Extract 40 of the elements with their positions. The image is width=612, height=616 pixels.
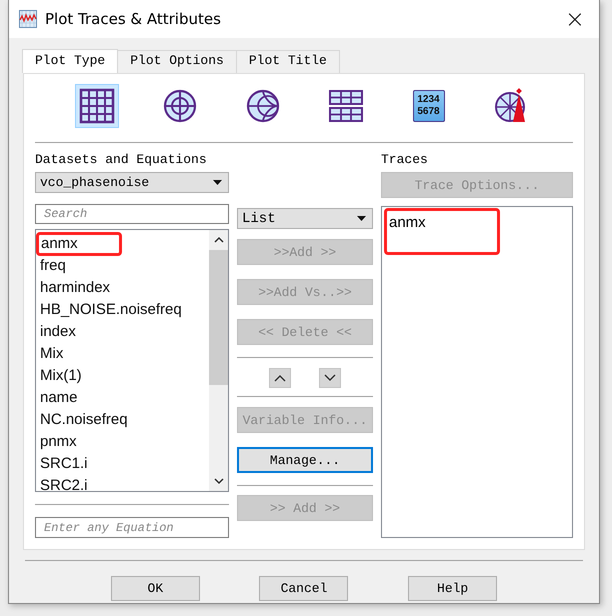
section-label: Traces — [381, 152, 429, 169]
list-item[interactable]: Mix — [40, 343, 209, 365]
chart-icon — [19, 10, 37, 28]
rectangular-plot-button[interactable] — [74, 84, 118, 128]
search-field[interactable]: Search — [35, 204, 229, 224]
tab[interactable]: Plot Title — [236, 50, 340, 73]
caret-icon — [213, 180, 222, 185]
caret-icon — [357, 216, 366, 221]
list-item[interactable]: SRC1.i — [40, 453, 209, 475]
list-item[interactable]: name — [40, 387, 209, 409]
digits-label: 5678 — [417, 106, 440, 118]
list-item[interactable]: anmx — [37, 233, 121, 255]
window-title: Plot Traces & Attributes — [45, 10, 222, 28]
chevron-up-icon — [274, 374, 286, 382]
scroll-up-icon[interactable] — [214, 236, 224, 244]
info-button[interactable]: Manage... — [237, 447, 373, 473]
move-up-button[interactable] — [269, 368, 291, 388]
scroll-down-icon[interactable] — [214, 477, 224, 485]
list-item[interactable]: NC.noisefreq — [40, 409, 209, 431]
list-item[interactable]: SRC2.i — [40, 475, 209, 491]
list-item[interactable]: index — [40, 321, 209, 343]
list-item[interactable]: pnmx — [40, 431, 209, 453]
view-dropdown[interactable]: List — [237, 208, 373, 229]
list-item[interactable]: Mix(1) — [40, 365, 209, 387]
list-item[interactable]: freq — [40, 255, 209, 277]
list-item[interactable]: harmindex — [40, 277, 209, 299]
dialog-button[interactable]: Cancel — [259, 576, 348, 601]
list-item[interactable]: HB_NOISE.noisefreq — [40, 299, 209, 321]
equation-field[interactable]: Enter any Equation — [35, 517, 229, 538]
dataset-dropdown[interactable]: vco_phasenoise — [35, 172, 229, 193]
close-button[interactable]: × — [564, 5, 589, 33]
dialog-button[interactable]: Help — [408, 576, 498, 601]
chevron-down-icon — [324, 374, 336, 382]
dialog-button[interactable]: OK — [110, 576, 200, 601]
trace-item[interactable]: anmx — [384, 208, 500, 255]
tab[interactable]: Plot Type — [22, 49, 118, 73]
section-label: Datasets and Equations — [35, 152, 208, 169]
scrollbar[interactable] — [209, 230, 228, 491]
digits-label: 1234 — [417, 94, 440, 106]
move-down-button[interactable] — [319, 368, 341, 388]
